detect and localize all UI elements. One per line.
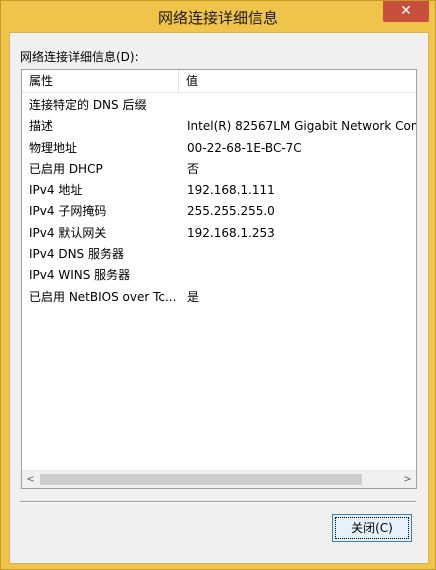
list-item[interactable]: 已启用 NetBIOS over Tc... 是 — [22, 287, 416, 308]
list-item[interactable]: IPv4 子网掩码 255.255.255.0 — [22, 201, 416, 222]
close-button[interactable]: 关闭(C) — [332, 514, 412, 542]
list-item[interactable]: IPv4 DNS 服务器 — [22, 244, 416, 265]
title-bar[interactable]: 网络连接详细信息 ✕ — [1, 1, 435, 32]
divider — [20, 501, 416, 503]
scroll-right-icon[interactable]: > — [399, 471, 416, 488]
property-cell: IPv4 默认网关 — [29, 225, 107, 240]
value-cell: 192.168.1.253 — [187, 225, 275, 240]
property-cell: 物理地址 — [29, 140, 78, 155]
list-rows: 连接特定的 DNS 后缀 描述 Intel(R) 82567LM Gigabit… — [22, 95, 416, 308]
value-cell: 是 — [187, 289, 200, 304]
list-item[interactable]: IPv4 地址 192.168.1.111 — [22, 180, 416, 201]
column-header-value[interactable]: 值 — [179, 70, 416, 92]
window-title: 网络连接详细信息 — [157, 9, 278, 27]
value-cell: 192.168.1.111 — [187, 183, 275, 198]
value-cell: 255.255.255.0 — [187, 204, 275, 219]
network-details-dialog: 网络连接详细信息 ✕ 网络连接详细信息(D): 属性 值 连接特定的 DNS 后… — [0, 0, 436, 570]
property-cell: IPv4 DNS 服务器 — [29, 247, 124, 262]
property-cell: IPv4 地址 — [29, 183, 83, 198]
value-cell: Intel(R) 82567LM Gigabit Network Conn — [187, 119, 416, 134]
property-cell: IPv4 WINS 服务器 — [29, 268, 131, 283]
column-header-property[interactable]: 属性 — [22, 70, 179, 92]
list-item[interactable]: 已启用 DHCP 否 — [22, 159, 416, 180]
list-item[interactable]: 连接特定的 DNS 后缀 — [22, 95, 416, 116]
value-cell: 否 — [187, 161, 200, 176]
details-label: 网络连接详细信息(D): — [20, 50, 139, 64]
list-header: 属性 值 — [22, 70, 416, 93]
property-cell: 描述 — [29, 119, 54, 134]
property-cell: 已启用 DHCP — [29, 161, 103, 176]
horizontal-scrollbar[interactable]: < > — [22, 470, 416, 488]
value-cell: 00-22-68-1E-BC-7C — [187, 140, 302, 155]
dialog-client-area: 网络连接详细信息(D): 属性 值 连接特定的 DNS 后缀 描述 Intel(… — [9, 32, 429, 564]
list-item[interactable]: IPv4 默认网关 192.168.1.253 — [22, 223, 416, 244]
list-item[interactable]: 描述 Intel(R) 82567LM Gigabit Network Conn — [22, 116, 416, 137]
close-icon: ✕ — [400, 3, 412, 19]
list-item[interactable]: 物理地址 00-22-68-1E-BC-7C — [22, 138, 416, 159]
scroll-thumb[interactable] — [40, 474, 362, 485]
scroll-left-icon[interactable]: < — [22, 471, 39, 488]
property-cell: IPv4 子网掩码 — [29, 204, 107, 219]
property-cell: 连接特定的 DNS 后缀 — [29, 98, 147, 112]
property-cell: 已启用 NetBIOS over Tc... — [29, 289, 177, 304]
window-close-button[interactable]: ✕ — [383, 1, 429, 22]
list-item[interactable]: IPv4 WINS 服务器 — [22, 265, 416, 286]
details-listview[interactable]: 属性 值 连接特定的 DNS 后缀 描述 Intel(R) 82567LM Gi… — [21, 69, 417, 489]
